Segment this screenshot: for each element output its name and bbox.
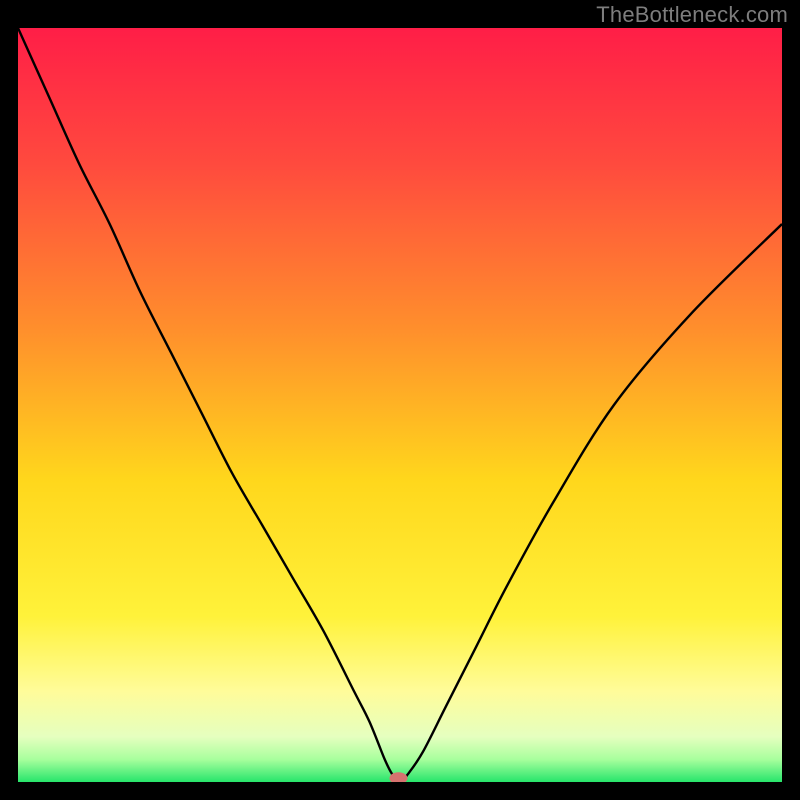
chart-container: TheBottleneck.com — [0, 0, 800, 800]
watermark-text: TheBottleneck.com — [596, 2, 788, 28]
plot-area — [18, 28, 782, 782]
gradient-background — [18, 28, 782, 782]
bottleneck-curve-chart — [18, 28, 782, 782]
